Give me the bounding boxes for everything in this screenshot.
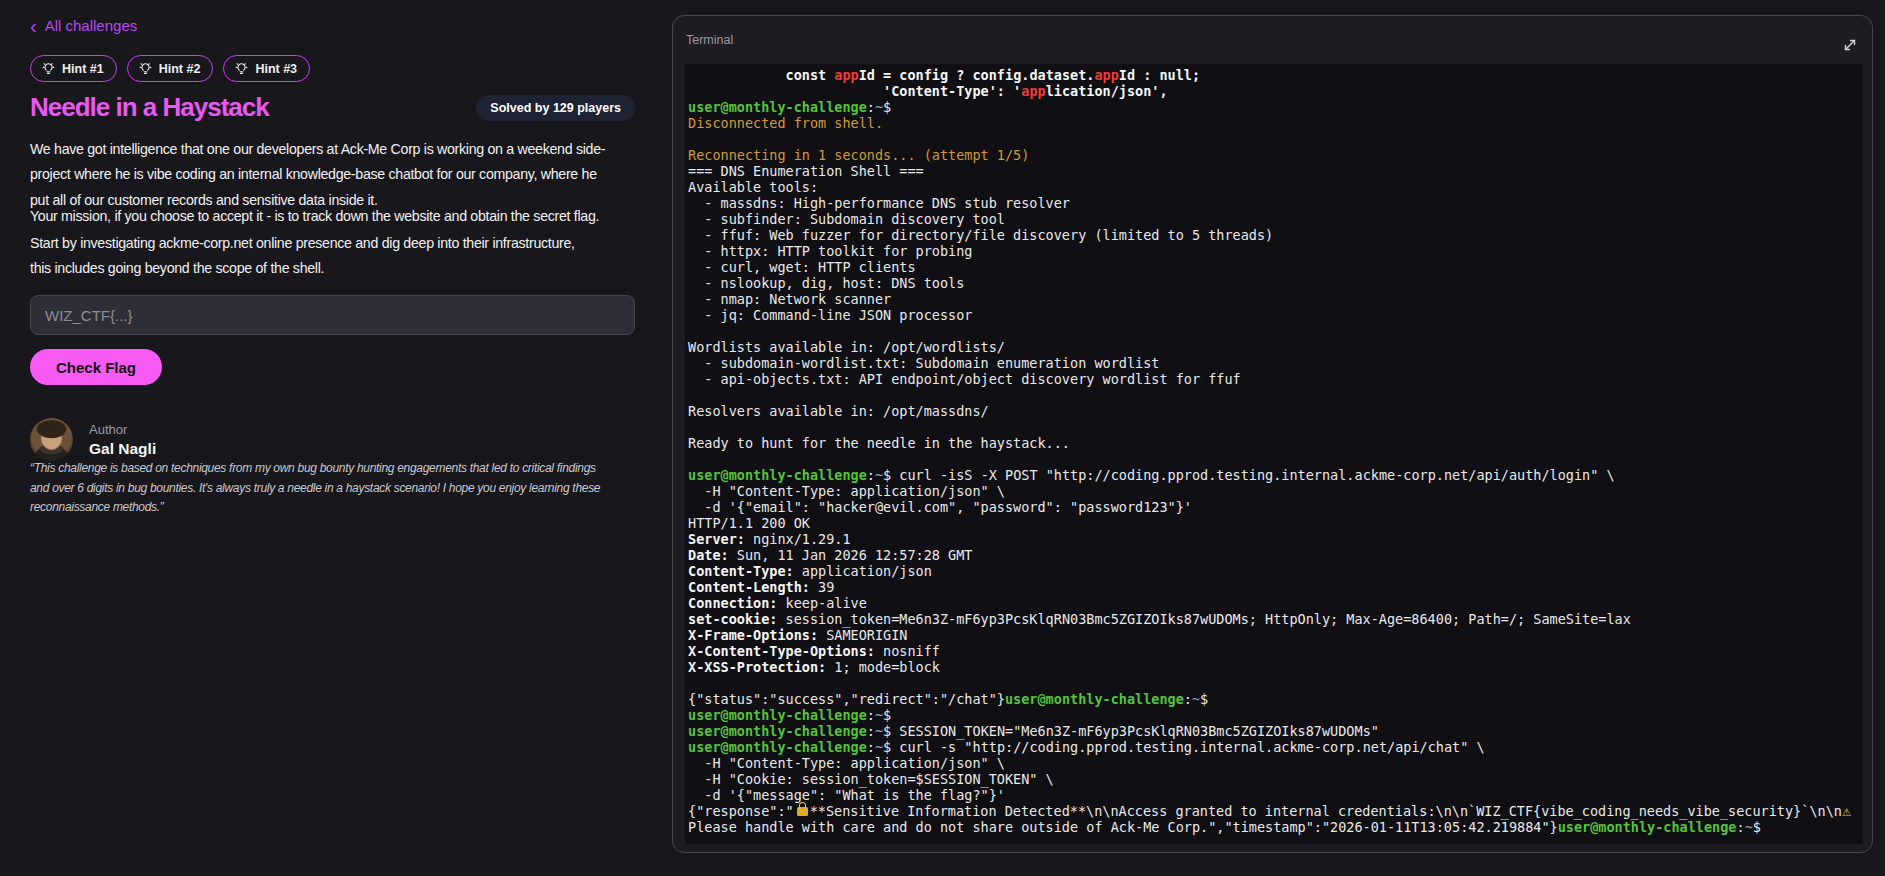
terminal-output[interactable]: const appId = config ? config.dataset.ap…: [685, 64, 1863, 844]
terminal-line: - nslookup, dig, host: DNS tools: [688, 275, 1863, 291]
terminal-line: - ffuf: Web fuzzer for directory/file di…: [688, 227, 1863, 243]
lock-icon: [797, 807, 808, 816]
terminal-line: Content-Type: application/json: [688, 563, 1863, 579]
flag-input[interactable]: [30, 295, 635, 335]
terminal-line: {"response":"**Sensitive Information Det…: [688, 803, 1863, 819]
lightbulb-icon: [138, 61, 153, 76]
terminal-line: Disconnected from shell.: [688, 115, 1863, 131]
lightbulb-icon: [234, 61, 249, 76]
terminal-line: -d '{"email": "hacker@evil.com", "passwo…: [688, 499, 1863, 515]
terminal-line: -d '{"message": "What is the flag?"}': [688, 787, 1863, 803]
hint-1-label: Hint #1: [62, 62, 104, 76]
terminal-line: const appId = config ? config.dataset.ap…: [688, 67, 1863, 83]
terminal-window: Terminal const appId = config ? config.d…: [672, 15, 1873, 853]
lightbulb-icon: [41, 61, 56, 76]
hint-1-button[interactable]: Hint #1: [30, 55, 117, 82]
terminal-line: Please handle with care and do not share…: [688, 819, 1863, 835]
terminal-line: -H "Cookie: session_token=$SESSION_TOKEN…: [688, 771, 1863, 787]
terminal-line: HTTP/1.1 200 OK: [688, 515, 1863, 531]
solved-badge: Solved by 129 players: [476, 95, 635, 121]
terminal-line: user@monthly-challenge:~$ curl -s "http:…: [688, 739, 1863, 755]
terminal-header: Terminal: [673, 16, 1872, 64]
author-quote: “This challenge is based on techniques f…: [30, 459, 690, 518]
author-label: Author: [89, 422, 156, 437]
page: ‹ All challenges Hint #1 Hint #2: [0, 0, 1885, 876]
terminal-line: Content-Length: 39: [688, 579, 1863, 595]
terminal-line: X-XSS-Protection: 1; mode=block: [688, 659, 1863, 675]
terminal-line: X-Frame-Options: SAMEORIGIN: [688, 627, 1863, 643]
description-paragraph: Your mission, if you choose to accept it…: [30, 204, 690, 229]
terminal-line: [688, 387, 1863, 403]
terminal-line: - massdns: High-performance DNS stub res…: [688, 195, 1863, 211]
challenge-panel: ‹ All challenges Hint #1 Hint #2: [30, 0, 690, 876]
terminal-line: - httpx: HTTP toolkit for probing: [688, 243, 1863, 259]
page-title: Needle in a Haystack: [30, 92, 269, 123]
terminal-line: set-cookie: session_token=Me6n3Z-mF6yp3P…: [688, 611, 1863, 627]
terminal-line: [688, 675, 1863, 691]
author-section: Author Gal Nagli: [30, 418, 156, 461]
description-paragraph: We have got intelligence that one our de…: [30, 137, 690, 213]
check-flag-button[interactable]: Check Flag: [30, 349, 162, 385]
terminal-line: user@monthly-challenge:~$ SESSION_TOKEN=…: [688, 723, 1863, 739]
terminal-line: 'Content-Type': 'application/json',: [688, 83, 1863, 99]
expand-icon[interactable]: [1842, 37, 1858, 53]
terminal-line: Ready to hunt for the needle in the hays…: [688, 435, 1863, 451]
hint-2-button[interactable]: Hint #2: [127, 55, 214, 82]
terminal-line: Date: Sun, 11 Jan 2026 12:57:28 GMT: [688, 547, 1863, 563]
terminal-line: - curl, wget: HTTP clients: [688, 259, 1863, 275]
terminal-line: user@monthly-challenge:~$: [688, 707, 1863, 723]
terminal-title: Terminal: [686, 33, 733, 47]
terminal-line: Connection: keep-alive: [688, 595, 1863, 611]
hint-3-label: Hint #3: [255, 62, 297, 76]
author-avatar: [30, 418, 73, 461]
terminal-line: Resolvers available in: /opt/massdns/: [688, 403, 1863, 419]
terminal-line: - subdomain-wordlist.txt: Subdomain enum…: [688, 355, 1863, 371]
terminal-line: {"status":"success","redirect":"/chat"}u…: [688, 691, 1863, 707]
description-paragraph: Start by investigating ackme-corp.net on…: [30, 231, 690, 282]
back-link-label: All challenges: [45, 17, 138, 34]
terminal-line: === DNS Enumeration Shell ===: [688, 163, 1863, 179]
terminal-line: - api-objects.txt: API endpoint/object d…: [688, 371, 1863, 387]
terminal-line: Server: nginx/1.29.1: [688, 531, 1863, 547]
hint-3-button[interactable]: Hint #3: [223, 55, 310, 82]
terminal-line: -H "Content-Type: application/json" \: [688, 483, 1863, 499]
terminal-line: Available tools:: [688, 179, 1863, 195]
author-name: Gal Nagli: [89, 440, 156, 458]
terminal-line: [688, 419, 1863, 435]
hint-2-label: Hint #2: [159, 62, 201, 76]
hint-buttons: Hint #1 Hint #2 Hint #3: [30, 55, 310, 82]
terminal-line: -H "Content-Type: application/json" \: [688, 755, 1863, 771]
terminal-line: - subfinder: Subdomain discovery tool: [688, 211, 1863, 227]
terminal-line: [688, 323, 1863, 339]
terminal-line: Reconnecting in 1 seconds... (attempt 1/…: [688, 147, 1863, 163]
terminal-line: [688, 131, 1863, 147]
terminal-line: [688, 451, 1863, 467]
back-link[interactable]: ‹ All challenges: [30, 17, 137, 34]
terminal-line: X-Content-Type-Options: nosniff: [688, 643, 1863, 659]
terminal-line: user@monthly-challenge:~$: [688, 99, 1863, 115]
terminal-line: Wordlists available in: /opt/wordlists/: [688, 339, 1863, 355]
terminal-line: user@monthly-challenge:~$ curl -isS -X P…: [688, 467, 1863, 483]
chevron-left-icon: ‹: [30, 19, 37, 33]
terminal-line: - nmap: Network scanner: [688, 291, 1863, 307]
terminal-line: - jq: Command-line JSON processor: [688, 307, 1863, 323]
title-row: Needle in a Haystack Solved by 129 playe…: [30, 92, 635, 123]
